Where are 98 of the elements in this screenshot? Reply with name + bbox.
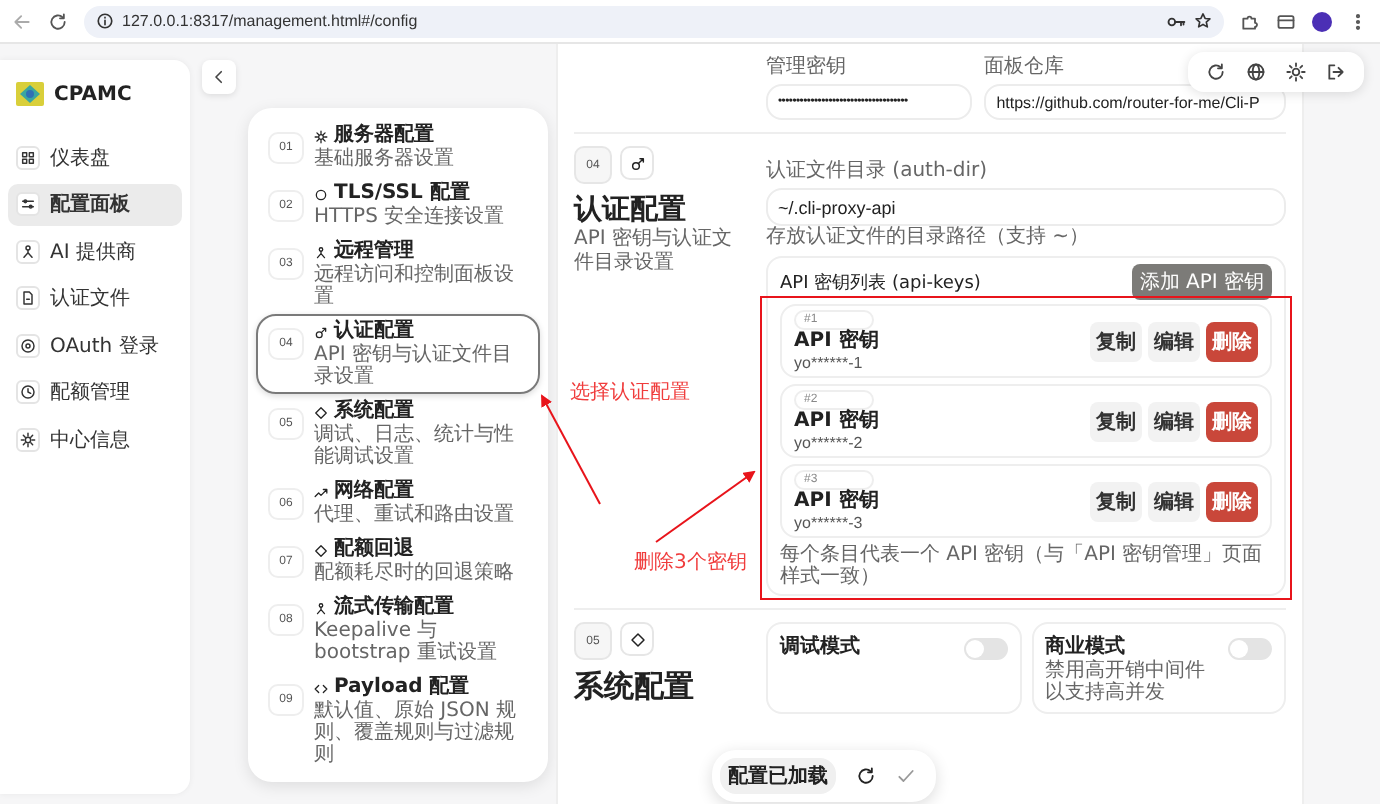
field-label: 面板仓库: [984, 56, 1065, 80]
nav-item[interactable]: 中心信息: [8, 418, 182, 460]
step-description: 基础服务器设置: [314, 148, 454, 170]
action-button[interactable]: 复制: [1090, 401, 1142, 441]
action-button[interactable]: 编辑: [1148, 481, 1200, 521]
address-bar[interactable]: 127.0.0.1:8317/management.html#/config: [84, 5, 1224, 37]
nav-label: 认证文件: [50, 285, 130, 312]
step-title: 系统配置: [334, 400, 414, 423]
nav-item[interactable]: 配置面板: [8, 183, 182, 225]
nav-label: 配额管理: [50, 379, 130, 406]
gear-icon: [20, 431, 36, 447]
status-chip: 配置已加载: [720, 758, 836, 794]
chevron-left-icon: [210, 68, 228, 86]
toggle-title: 商业模式: [1045, 632, 1127, 659]
key-value: yo******-1: [794, 354, 863, 372]
nav-item[interactable]: 认证文件: [8, 277, 182, 319]
nav-item[interactable]: AI 提供商: [8, 230, 182, 272]
field-label: 认证文件目录 (auth-dir): [766, 160, 988, 182]
language-icon[interactable]: [1246, 62, 1266, 82]
diamond-icon: [314, 405, 328, 419]
key-value: yo******-3: [794, 514, 863, 532]
step-title: 认证配置: [334, 320, 414, 343]
reload-icon[interactable]: [48, 11, 68, 31]
add-key-button[interactable]: 添加 API 密钥: [1131, 264, 1272, 300]
step-title: 远程管理: [334, 240, 414, 263]
gear-icon: [314, 129, 328, 143]
theme-icon[interactable]: [1286, 62, 1306, 82]
diamond-icon: [629, 631, 645, 647]
section-subtitle: API 密钥与认证文件目录设置: [574, 228, 734, 276]
profile-avatar[interactable]: [1312, 11, 1332, 31]
grid-icon: [20, 149, 36, 165]
step-description: 配额耗尽时的回退策略: [314, 562, 514, 584]
action-button[interactable]: 复制: [1090, 321, 1142, 361]
nav-item[interactable]: 仪表盘: [8, 136, 182, 178]
check-icon[interactable]: [896, 766, 916, 786]
sliders-icon: [20, 196, 36, 212]
field-label: 管理密钥: [766, 56, 846, 80]
step-title: 流式传输配置: [334, 596, 454, 619]
list-title: API 密钥列表 (api-keys): [780, 271, 981, 295]
list-note: 每个条目代表一个 API 密钥（与「API 密钥管理」页面样式一致）: [780, 544, 1265, 588]
app-name: CPAMC: [54, 83, 132, 105]
step-title: 网络配置: [334, 480, 414, 503]
step-description: Keepalive 与 bootstrap 重试设置: [314, 620, 499, 664]
step-title: TLS/SSL 配置: [334, 182, 470, 205]
step-description: API 密钥与认证文件目录设置: [314, 344, 514, 388]
field-hint: 存放认证文件的目录路径（支持 ~）: [766, 226, 1092, 250]
bookmark-star-icon[interactable]: [1194, 12, 1212, 30]
delete-button[interactable]: 删除: [1206, 321, 1258, 361]
annotation-arrow: [655, 470, 756, 543]
tab-search-icon[interactable]: [1276, 11, 1296, 31]
step-title: Payload 配置: [334, 676, 470, 700]
nav-label: AI 提供商: [50, 239, 136, 265]
step-title: 服务器配置: [334, 124, 434, 147]
nav-label: 仪表盘: [50, 145, 110, 171]
toggle-switch[interactable]: [963, 638, 1007, 660]
step-description: 默认值、原始 JSON 规则、覆盖规则与过滤规则: [314, 700, 519, 766]
step-description: 代理、重试和路由设置: [314, 504, 514, 526]
extensions-icon[interactable]: [1240, 11, 1260, 31]
circle-icon: [314, 187, 328, 201]
section-title: 认证配置: [574, 192, 688, 227]
target-icon: [20, 337, 36, 353]
nav-item[interactable]: OAuth 登录: [8, 324, 182, 366]
trend-icon: [314, 485, 328, 499]
step-description: 远程访问和控制面板设置: [314, 264, 516, 308]
step-description: HTTPS 安全连接设置: [314, 206, 505, 228]
step-description: 调试、日志、统计与性能调试设置: [314, 424, 516, 468]
key-title: API 密钥: [794, 490, 879, 514]
logout-icon[interactable]: [1326, 62, 1346, 82]
diamond-icon: [314, 543, 328, 557]
nav-label: OAuth 登录: [50, 333, 159, 359]
key-value: yo******-2: [794, 434, 863, 452]
clock-icon: [20, 384, 36, 400]
action-button[interactable]: 编辑: [1148, 401, 1200, 441]
url-text[interactable]: 127.0.0.1:8317/management.html#/config: [122, 12, 418, 30]
delete-button[interactable]: 删除: [1206, 401, 1258, 441]
site-info-icon[interactable]: [96, 12, 114, 30]
section-title: 系统配置: [574, 668, 696, 706]
action-button[interactable]: 复制: [1090, 481, 1142, 521]
nav-item[interactable]: 配额管理: [8, 371, 182, 413]
annotation-text: 选择认证配置: [570, 380, 690, 406]
annotation-text: 删除3个密钥: [634, 550, 747, 576]
reload-icon[interactable]: [856, 766, 876, 786]
refresh-icon[interactable]: [1206, 62, 1226, 82]
delete-button[interactable]: 删除: [1206, 481, 1258, 521]
toggle-description: 禁用高开销中间件以支持高并发: [1045, 660, 1207, 704]
file-icon: [20, 290, 36, 306]
step-title: 配额回退: [334, 538, 414, 561]
code-icon: [314, 681, 328, 695]
action-button[interactable]: 编辑: [1148, 321, 1200, 361]
collapse-button[interactable]: [202, 60, 236, 94]
key-title: API 密钥: [794, 330, 879, 354]
toggle-title: 调试模式: [780, 633, 862, 660]
key-title: API 密钥: [794, 410, 879, 434]
app-logo: [16, 82, 44, 106]
nav-label: 中心信息: [50, 427, 130, 453]
toggle-switch[interactable]: [1228, 638, 1272, 660]
nav-label: 配置面板: [50, 191, 130, 218]
input-field[interactable]: ~/.cli-proxy-api: [766, 188, 1286, 226]
